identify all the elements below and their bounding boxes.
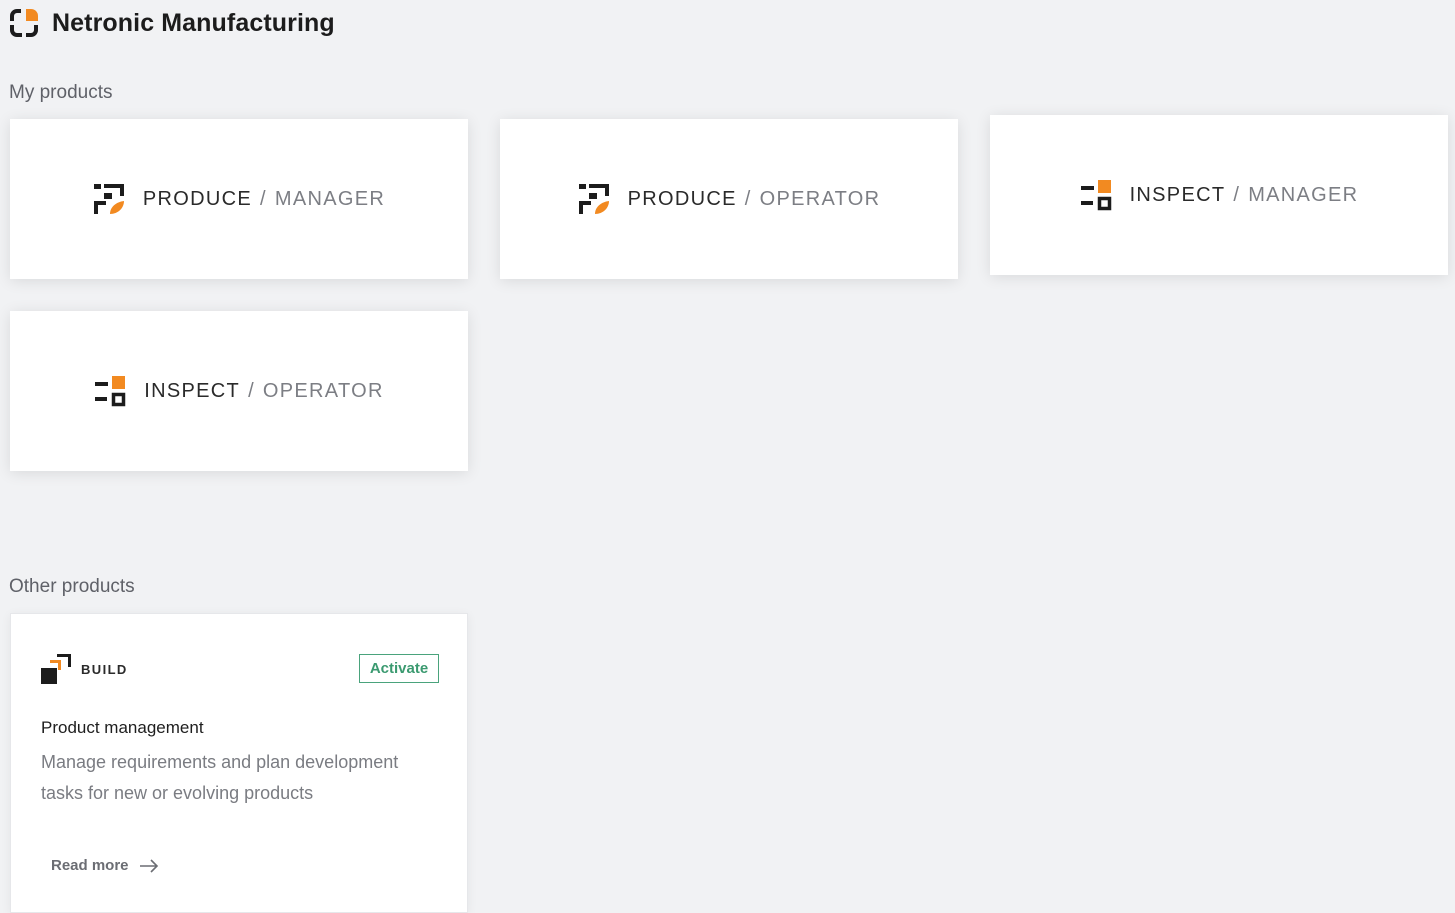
arrow-right-icon [139, 858, 158, 873]
product-role: MANAGER [1248, 183, 1359, 206]
product-card-inspect-manager[interactable]: INSPECT / MANAGER [990, 115, 1448, 275]
product-card-inspect-operator[interactable]: INSPECT / OPERATOR [10, 311, 468, 471]
produce-icon [93, 184, 124, 214]
product-description: Manage requirements and plan development… [41, 752, 399, 803]
inspect-icon [95, 376, 126, 407]
inspect-icon [1080, 180, 1111, 211]
read-more-label: Read more [51, 857, 129, 874]
product-name: PRODUCE [142, 187, 253, 210]
separator: / [248, 379, 255, 402]
build-header: BUILD [41, 654, 128, 684]
produce-icon [578, 184, 609, 214]
app-header: Netronic Manufacturing [8, 6, 335, 40]
separator: / [744, 187, 752, 210]
product-role: MANAGER [274, 187, 386, 210]
build-label: BUILD [81, 661, 128, 677]
other-product-card-build: BUILD Activate Product management Manage… [10, 613, 468, 913]
my-products-heading: My products [9, 82, 113, 103]
product-card-produce-manager[interactable]: PRODUCE / MANAGER [10, 119, 468, 279]
product-name: INSPECT [1129, 183, 1226, 206]
product-role: OPERATOR [759, 187, 881, 210]
read-more-link[interactable]: Read more [51, 857, 159, 874]
app-title: Netronic Manufacturing [52, 8, 335, 37]
product-title: Product management [41, 718, 204, 737]
product-name: INSPECT [144, 379, 241, 402]
other-products-heading: Other products [9, 576, 135, 597]
netronic-logo-icon [10, 9, 38, 37]
product-card-produce-operator[interactable]: PRODUCE / OPERATOR [500, 119, 958, 279]
separator: / [1233, 183, 1241, 206]
product-name: PRODUCE [627, 187, 737, 210]
product-role: OPERATOR [262, 379, 384, 402]
build-icon [41, 654, 71, 684]
activate-button[interactable]: Activate [359, 654, 439, 683]
separator: / [260, 187, 267, 210]
